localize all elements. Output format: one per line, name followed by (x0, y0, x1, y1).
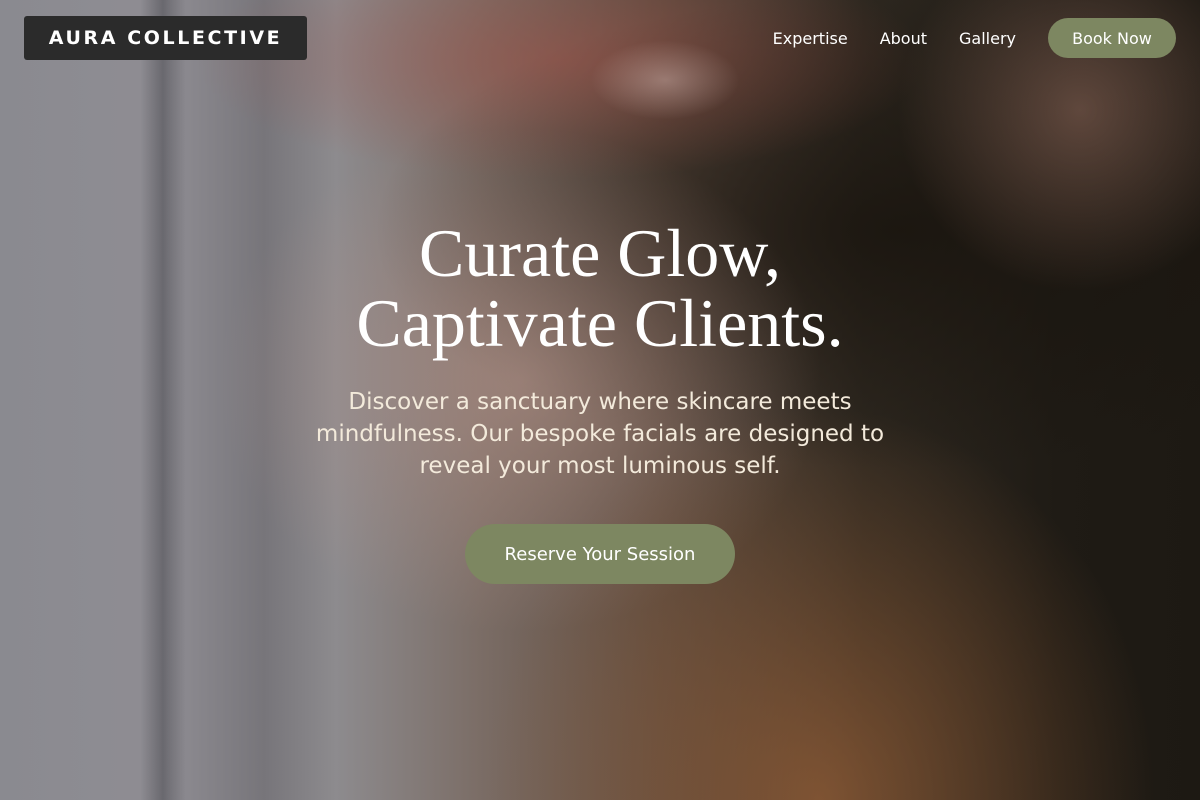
hero-subtitle: Discover a sanctuary where skincare meet… (315, 389, 885, 479)
reserve-session-button[interactable]: Reserve Your Session (465, 524, 735, 584)
nav-link-expertise[interactable]: Expertise (773, 29, 848, 48)
hero-headline: Curate Glow, Captivate Clients. (0, 218, 1200, 358)
nav-links: Expertise About Gallery Book Now (773, 18, 1176, 58)
hero-headline-line-2: Captivate Clients. (356, 285, 844, 361)
nav-link-gallery[interactable]: Gallery (959, 29, 1016, 48)
brand-logo[interactable]: AURA COLLECTIVE (24, 16, 307, 60)
top-navigation: AURA COLLECTIVE Expertise About Gallery … (24, 16, 1176, 60)
nav-link-about[interactable]: About (880, 29, 927, 48)
hero-content: Curate Glow, Captivate Clients. Discover… (0, 218, 1200, 584)
book-now-button[interactable]: Book Now (1048, 18, 1176, 58)
hero-headline-line-1: Curate Glow, (419, 215, 781, 291)
